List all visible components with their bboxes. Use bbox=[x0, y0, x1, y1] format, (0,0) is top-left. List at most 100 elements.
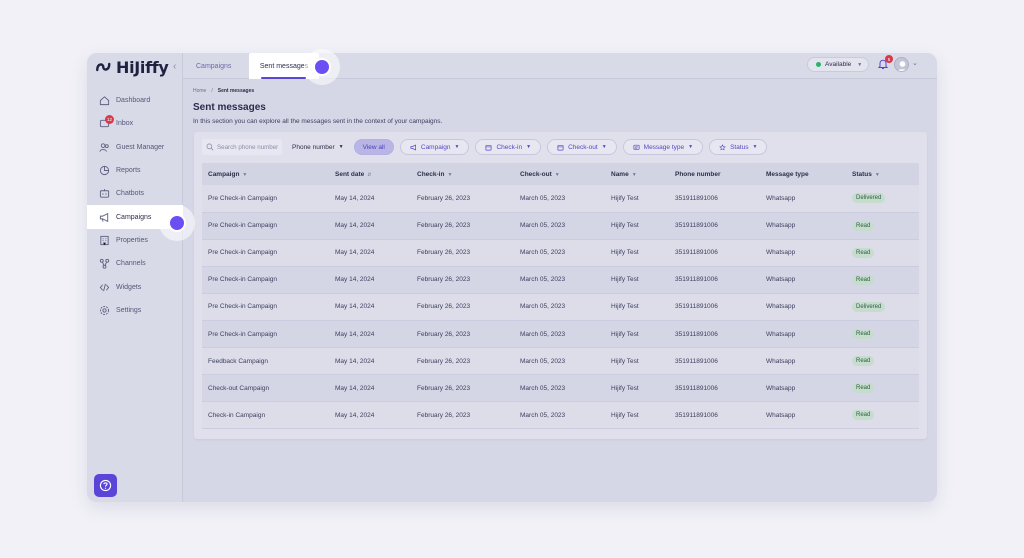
cell-phone: 351911891006 bbox=[675, 411, 718, 419]
sidebar-item-label: Reports bbox=[116, 167, 141, 175]
cell-status: Read bbox=[846, 375, 919, 402]
table-row[interactable]: Check-in Campaign May 14, 2024 February 26… bbox=[202, 401, 919, 429]
table-row[interactable]: Pre Check-in Campaign May 14, 2024 Februar… bbox=[202, 320, 919, 348]
sidebar-item-widgets[interactable]: Widgets bbox=[87, 275, 183, 298]
cell-checkout: March 05, 2023 bbox=[520, 357, 566, 365]
cell-checkin: February 26, 2023 bbox=[417, 411, 471, 419]
chevron-down-icon: ▼ bbox=[454, 144, 460, 150]
message-type-filter[interactable]: Message type ▼ bbox=[622, 139, 704, 155]
help-button[interactable] bbox=[94, 474, 117, 497]
sidebar-item-reports[interactable]: Reports bbox=[87, 159, 183, 182]
availability-label: Available bbox=[825, 61, 852, 68]
table-row[interactable]: Pre Check-in Campaign May 14, 2024 Februar… bbox=[202, 293, 919, 321]
breadcrumb: Home / Sent messages bbox=[193, 88, 254, 94]
building-icon bbox=[100, 235, 109, 246]
table-row[interactable]: Feedback Campaign May 14, 2024 February 26… bbox=[202, 347, 919, 375]
status-badge: Read bbox=[852, 274, 875, 285]
search-input[interactable]: Search phone number bbox=[202, 139, 282, 155]
checkin-filter-label: Check-in bbox=[496, 143, 523, 151]
checkout-filter[interactable]: Check-out ▼ bbox=[547, 139, 617, 155]
column-header-status[interactable]: Status ▼ bbox=[846, 163, 919, 185]
cell-message-type: Whatsapp bbox=[766, 249, 796, 257]
table-row[interactable]: Pre Check-in Campaign May 14, 2024 Februar… bbox=[202, 212, 919, 240]
search-field-label: Phone number bbox=[292, 143, 335, 151]
cell-message-type: Whatsapp bbox=[766, 330, 796, 338]
page-description: In this section you can explore all the … bbox=[193, 118, 443, 125]
status-badge: Read bbox=[852, 356, 875, 367]
status-filter[interactable]: Status ▼ bbox=[709, 139, 768, 155]
highlight-marker-campaigns bbox=[159, 205, 195, 241]
cell-sent-date: May 14, 2024 bbox=[335, 411, 375, 419]
column-header-checkout[interactable]: Check-out ▼ bbox=[514, 163, 605, 185]
cell-checkin: February 26, 2023 bbox=[417, 276, 471, 284]
sidebar-item-dashboard[interactable]: Dashboard bbox=[87, 89, 183, 112]
campaign-filter-label: Campaign bbox=[420, 143, 451, 151]
sidebar-item-label: Channels bbox=[116, 260, 146, 268]
cell-sent-date: May 14, 2024 bbox=[335, 330, 375, 338]
chart-icon bbox=[99, 165, 110, 176]
cell-phone: 351911891006 bbox=[675, 330, 718, 338]
cell-name: Hijify Test bbox=[611, 411, 639, 419]
cell-phone: 351911891006 bbox=[675, 249, 718, 257]
breadcrumb-home[interactable]: Home bbox=[193, 88, 206, 94]
table-row[interactable]: Pre Check-in Campaign May 14, 2024 Februar… bbox=[202, 266, 919, 294]
cell-message-type: Whatsapp bbox=[766, 357, 796, 365]
search-field-select[interactable]: Phone number ▼ bbox=[288, 139, 348, 155]
column-header-checkin[interactable]: Check-in ▼ bbox=[411, 163, 514, 185]
sort-icon: ▼ bbox=[631, 171, 637, 178]
home-icon bbox=[99, 96, 110, 106]
users-icon bbox=[99, 143, 109, 152]
campaign-filter[interactable]: Campaign ▼ bbox=[399, 139, 470, 155]
column-header-name[interactable]: Name ▼ bbox=[605, 163, 669, 185]
star-icon bbox=[719, 143, 726, 150]
cell-message-type: Whatsapp bbox=[766, 194, 796, 202]
sidebar: HiJiffy ‹ Dashboard 12 Inbox Guest Manag… bbox=[87, 53, 183, 502]
cell-sent-date: May 14, 2024 bbox=[335, 276, 375, 284]
notification-count-badge: 5 bbox=[885, 55, 893, 63]
sidebar-item-settings[interactable]: Settings bbox=[87, 299, 183, 322]
sidebar-item-chatbots[interactable]: Chatbots bbox=[87, 182, 183, 205]
active-tab-indicator bbox=[261, 77, 306, 79]
sidebar-item-label: Guest Manager bbox=[116, 143, 165, 151]
table-row[interactable]: Pre Check-in Campaign May 14, 2024 Februar… bbox=[202, 185, 919, 213]
tab-campaigns[interactable]: Campaigns bbox=[196, 53, 231, 79]
status-badge: Read bbox=[852, 329, 875, 340]
sidebar-item-label: Settings bbox=[116, 306, 142, 314]
view-all-button[interactable]: View all bbox=[353, 139, 394, 155]
chevron-down-icon: ▼ bbox=[338, 144, 344, 150]
chevron-down-icon: ▼ bbox=[857, 61, 863, 68]
cell-sent-date: May 14, 2024 bbox=[335, 303, 375, 311]
sort-icon: ▼ bbox=[447, 171, 453, 178]
logo[interactable]: HiJiffy bbox=[95, 57, 169, 77]
sidebar-item-guest-manager[interactable]: Guest Manager bbox=[87, 136, 183, 159]
cell-campaign: Pre Check-in Campaign bbox=[208, 303, 278, 311]
app-window: HiJiffy ‹ Dashboard 12 Inbox Guest Manag… bbox=[87, 53, 937, 502]
status-badge: Read bbox=[852, 410, 875, 421]
column-header-campaign[interactable]: Campaign ▼ bbox=[202, 163, 329, 185]
table-row[interactable]: Check-out Campaign May 14, 2024 February 2… bbox=[202, 374, 919, 402]
column-header-sent-date[interactable]: Sent date ⇵ bbox=[329, 163, 411, 185]
cell-status: Read bbox=[846, 402, 919, 429]
status-filter-label: Status bbox=[730, 143, 749, 151]
cell-campaign: Pre Check-in Campaign bbox=[208, 222, 278, 230]
table-row[interactable]: Pre Check-in Campaign May 14, 2024 Februar… bbox=[202, 239, 919, 267]
collapse-sidebar-icon[interactable]: ‹ bbox=[173, 61, 176, 72]
column-header-phone: Phone number bbox=[675, 170, 721, 178]
availability-dropdown[interactable]: Available ▼ bbox=[807, 57, 869, 72]
cell-campaign: Check-out Campaign bbox=[208, 384, 270, 392]
status-badge: Read bbox=[852, 220, 875, 231]
message-type-filter-label: Message type bbox=[643, 143, 685, 151]
cell-name: Hijify Test bbox=[611, 249, 639, 257]
cell-checkout: March 05, 2023 bbox=[520, 222, 566, 230]
sidebar-item-channels[interactable]: Channels bbox=[87, 252, 183, 275]
cell-name: Hijify Test bbox=[611, 303, 639, 311]
sidebar-item-inbox[interactable]: 12 Inbox bbox=[87, 112, 183, 135]
cell-message-type: Whatsapp bbox=[766, 411, 796, 419]
cell-name: Hijify Test bbox=[611, 222, 639, 230]
cell-phone: 351911891006 bbox=[675, 194, 718, 202]
cell-phone: 351911891006 bbox=[675, 384, 718, 392]
chevron-down-icon[interactable]: ⌄ bbox=[912, 59, 918, 67]
sort-icon: ▼ bbox=[874, 171, 880, 178]
checkin-filter[interactable]: Check-in ▼ bbox=[475, 139, 542, 155]
avatar[interactable] bbox=[894, 57, 909, 72]
